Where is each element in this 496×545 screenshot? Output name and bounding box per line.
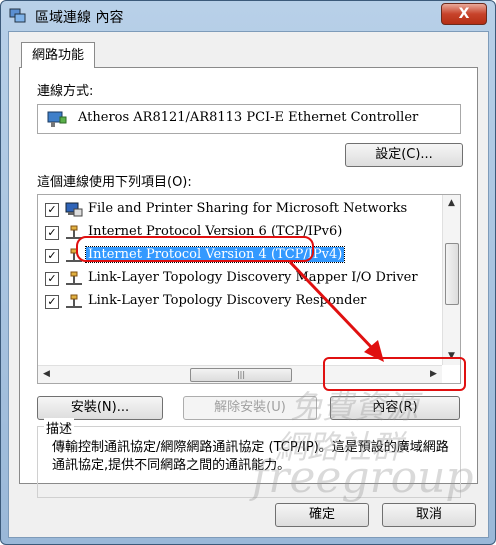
horizontal-scroll-thumb[interactable]: ||| — [190, 368, 292, 382]
item-checkbox[interactable]: ✓ — [45, 272, 59, 286]
description-group: 描述 傳輸控制通訊協定/網際網路通訊協定 (TCP/IP)。這是預設的廣域網路通… — [37, 418, 461, 498]
scroll-up-icon[interactable]: ▲ — [443, 195, 460, 212]
ok-button[interactable]: 確定 — [275, 503, 369, 527]
properties-window: 區域連線 內容 X 網路功能 連線方式: Atheros AR8121/AR81… — [0, 0, 496, 545]
item-label: Link-Layer Topology Discovery Mapper I/O… — [88, 270, 418, 285]
properties-button[interactable]: 內容(R) — [330, 396, 460, 420]
dialog-client: 網路功能 連線方式: Atheros AR8121/AR8113 PCI-E E… — [8, 31, 489, 538]
install-button[interactable]: 安裝(N)... — [37, 396, 163, 420]
item-checkbox[interactable]: ✓ — [45, 249, 59, 263]
adapter-box: Atheros AR8121/AR8113 PCI-E Ethernet Con… — [37, 104, 461, 134]
vertical-scroll-thumb[interactable] — [445, 243, 459, 305]
ipv4-highlight — [76, 236, 314, 262]
title-bar[interactable]: 區域連線 內容 X — [1, 1, 495, 31]
network-adapter-icon — [47, 111, 67, 127]
items-listbox[interactable]: ✓ File and Printer Sharing for Microsoft… — [37, 194, 461, 384]
properties-highlight — [323, 357, 466, 391]
configure-button[interactable]: 設定(C)... — [345, 143, 463, 167]
description-title: 描述 — [44, 418, 75, 437]
items-label: 這個連線使用下列項目(O): — [37, 175, 192, 190]
item-label: Link-Layer Topology Discovery Responder — [88, 293, 367, 308]
item-checkbox[interactable]: ✓ — [45, 203, 59, 217]
item-checkbox[interactable]: ✓ — [45, 295, 59, 309]
list-item[interactable]: ✓ Link-Layer Topology Discovery Responde… — [38, 291, 440, 313]
network-service-icon — [65, 202, 83, 217]
tab-panel: 連線方式: Atheros AR8121/AR8113 PCI-E Ethern… — [19, 67, 478, 498]
cancel-button[interactable]: 取消 — [382, 503, 476, 527]
vertical-scrollbar[interactable]: ▲ ▼ — [442, 195, 460, 365]
window-title: 區域連線 內容 — [35, 10, 124, 26]
scroll-left-icon[interactable]: ◀ — [38, 366, 55, 383]
item-label: File and Printer Sharing for Microsoft N… — [88, 201, 408, 216]
description-text: 傳輸控制通訊協定/網際網路通訊協定 (TCP/IP)。這是預設的廣域網路通訊協定… — [52, 440, 449, 473]
close-button[interactable]: X — [441, 3, 487, 25]
protocol-icon — [66, 294, 82, 308]
item-checkbox[interactable]: ✓ — [45, 226, 59, 240]
network-connection-icon — [9, 8, 26, 23]
list-item[interactable]: ✓ Link-Layer Topology Discovery Mapper I… — [38, 268, 440, 290]
uninstall-button[interactable]: 解除安裝(U) — [183, 396, 317, 420]
connect-using-label: 連線方式: — [37, 84, 94, 99]
list-item[interactable]: ✓ File and Printer Sharing for Microsoft… — [38, 199, 440, 221]
adapter-name: Atheros AR8121/AR8113 PCI-E Ethernet Con… — [78, 110, 419, 125]
tab-networking[interactable]: 網路功能 — [21, 42, 96, 68]
protocol-icon — [66, 271, 82, 285]
